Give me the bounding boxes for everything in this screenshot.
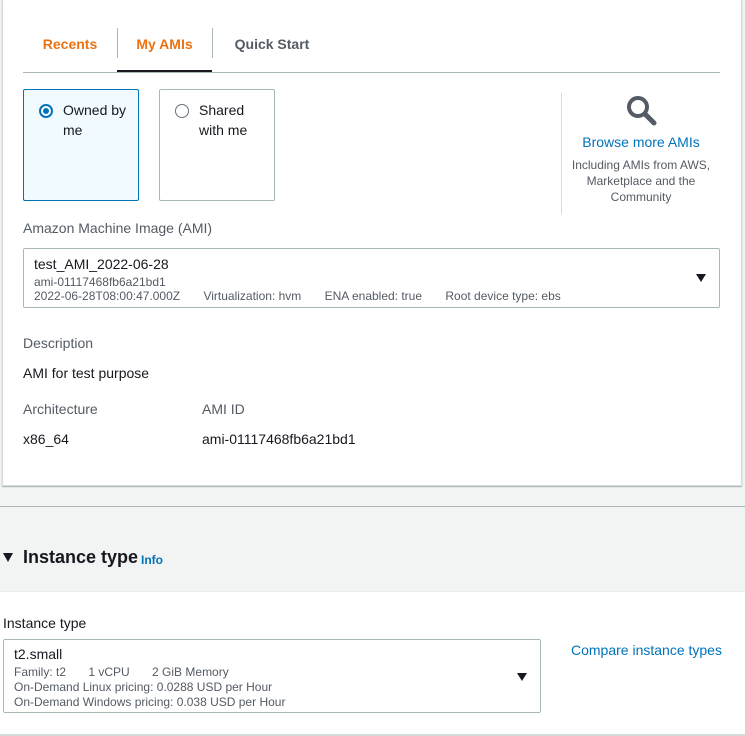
instance-type-title[interactable]: Instance type: [23, 547, 138, 568]
tab-recents[interactable]: Recents: [23, 28, 117, 71]
instance-type-value: t2.small: [14, 646, 63, 662]
instance-specs: Family: t2 1 vCPU 2 GiB Memory: [14, 665, 248, 679]
browse-more-amis: Browse more AMIs Including AMIs from AWS…: [571, 94, 711, 205]
ami-select[interactable]: test_AMI_2022-06-28 ami-01117468fb6a21bd…: [23, 248, 720, 308]
ami-virtualization: Virtualization: hvm: [203, 289, 302, 303]
instance-type-field-label: Instance type: [3, 615, 87, 631]
shared-with-me-tile[interactable]: Shared with me: [159, 89, 275, 201]
shared-with-me-label: Shared with me: [199, 102, 248, 138]
ami-name: test_AMI_2022-06-28: [34, 256, 169, 272]
owned-by-me-tile[interactable]: Owned by me: [23, 89, 139, 201]
section-divider: [0, 506, 745, 507]
browse-divider: [561, 93, 562, 214]
ami-root-device: Root device type: ebs: [445, 289, 561, 303]
architecture-label: Architecture: [23, 401, 98, 417]
ami-field-label: Amazon Machine Image (AMI): [23, 220, 213, 236]
instance-type-header: Instance type Info: [0, 526, 745, 592]
caret-down-icon[interactable]: [3, 553, 13, 562]
compare-instance-types-link[interactable]: Compare instance types: [571, 642, 722, 658]
ami-id-value: ami-01117468fb6a21bd1: [202, 431, 356, 447]
instance-type-select[interactable]: t2.small Family: t2 1 vCPU 2 GiB Memory …: [3, 639, 541, 713]
description-value: AMI for test purpose: [23, 365, 150, 381]
owned-by-me-radio[interactable]: [39, 104, 53, 118]
instance-memory: 2 GiB Memory: [152, 665, 229, 679]
info-link[interactable]: Info: [141, 553, 163, 567]
instance-type-body: Instance type t2.small Family: t2 1 vCPU…: [0, 592, 745, 736]
ami-tabs: Recents My AMIs Quick Start: [23, 28, 720, 73]
shared-with-me-radio[interactable]: [175, 104, 189, 118]
tab-my-amis[interactable]: My AMIs: [117, 28, 212, 72]
linux-pricing: On-Demand Linux pricing: 0.0288 USD per …: [14, 680, 273, 694]
tab-quick-start[interactable]: Quick Start: [212, 28, 332, 71]
ami-panel: Recents My AMIs Quick Start Owned by me …: [2, 0, 742, 486]
chevron-down-icon[interactable]: [517, 673, 527, 681]
browse-more-amis-link[interactable]: Browse more AMIs: [571, 134, 711, 150]
architecture-value: x86_64: [23, 431, 69, 447]
ami-id-sub: ami-01117468fb6a21bd1: [34, 275, 166, 289]
search-icon[interactable]: [571, 94, 711, 126]
windows-pricing: On-Demand Windows pricing: 0.038 USD per…: [14, 695, 286, 709]
ami-ena: ENA enabled: true: [324, 289, 423, 303]
ami-meta: 2022-06-28T08:00:47.000Z Virtualization:…: [34, 289, 581, 303]
instance-vcpu: 1 vCPU: [88, 665, 130, 679]
owned-by-me-label: Owned by me: [63, 102, 127, 138]
ami-id-label: AMI ID: [202, 401, 245, 417]
chevron-down-icon[interactable]: [696, 274, 706, 282]
browse-description: Including AMIs from AWS, Marketplace and…: [571, 158, 711, 204]
ami-date: 2022-06-28T08:00:47.000Z: [34, 289, 181, 303]
description-label: Description: [23, 335, 94, 351]
instance-family: Family: t2: [14, 665, 67, 679]
